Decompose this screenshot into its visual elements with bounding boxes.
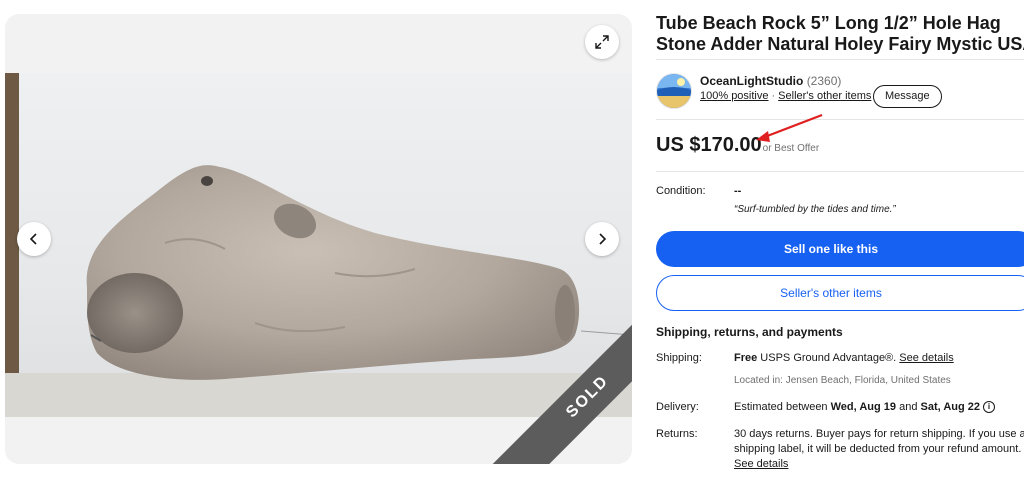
sell-one-like-this-button[interactable]: Sell one like this [656, 231, 1024, 267]
listing-title: Tube Beach Rock 5” Long 1/2” Hole Hag St… [656, 13, 1024, 54]
shipping-method: USPS Ground Advantage®. [757, 352, 900, 364]
delivery-value: Estimated between Wed, Aug 19 and Sat, A… [734, 401, 995, 414]
shipping-heading: Shipping, returns, and payments [656, 325, 843, 339]
condition-value: -- [734, 185, 742, 197]
next-image-button[interactable] [585, 222, 619, 256]
shipping-see-details-link[interactable]: See details [899, 352, 953, 364]
message-seller-button[interactable]: Message [873, 85, 942, 108]
seller-other-items-link[interactable]: Seller's other items [778, 90, 871, 102]
previous-image-button[interactable] [17, 222, 51, 256]
shipping-value: Free USPS Ground Advantage®. See details [734, 352, 954, 364]
price-row: US $170.00or Best Offer [656, 134, 819, 157]
seller-name[interactable]: OceanLightStudio [700, 74, 803, 88]
sellers-other-items-label: Seller's other items [780, 286, 882, 300]
shipping-free: Free [734, 352, 758, 364]
sell-one-like-this-label: Sell one like this [783, 242, 879, 256]
delivery-label: Delivery: [656, 401, 699, 413]
best-offer-text: or Best Offer [762, 143, 820, 154]
image-gallery: SOLD [5, 14, 632, 464]
hag-stone-image [5, 73, 632, 417]
chevron-left-icon [29, 233, 37, 245]
seller-info: OceanLightStudio (2360) 100% positive · Se… [656, 73, 1024, 109]
delivery-from: Wed, Aug 19 [830, 401, 897, 413]
expand-button[interactable] [585, 25, 619, 59]
returns-label: Returns: [656, 428, 698, 440]
returns-see-details-link[interactable]: See details [734, 458, 788, 470]
item-details-panel: Tube Beach Rock 5” Long 1/2” Hole Hag St… [656, 0, 1024, 484]
chevron-right-icon [599, 233, 607, 245]
seller-feedback-count: (2360) [806, 74, 842, 88]
seller-avatar[interactable] [656, 73, 692, 109]
divider [656, 119, 1024, 120]
item-price: US $170.00 [656, 134, 762, 156]
product-photo[interactable] [5, 73, 632, 417]
condition-label: Condition: [656, 185, 706, 197]
seller-avatar-image [657, 74, 691, 108]
item-location: Located in: Jensen Beach, Florida, Unite… [734, 375, 951, 386]
expand-icon [595, 35, 609, 49]
seller-positive-link[interactable]: 100% positive [700, 90, 769, 102]
condition-description: “Surf-tumbled by the tides and time.” [734, 204, 896, 215]
info-icon[interactable]: i [983, 401, 995, 414]
returns-details-wrap: See details [734, 458, 788, 470]
sellers-other-items-button[interactable]: Seller's other items [656, 275, 1024, 311]
shipping-label: Shipping: [656, 352, 702, 364]
divider [656, 59, 1024, 60]
seller-name-line: OceanLightStudio (2360) [700, 74, 841, 88]
delivery-to: Sat, Aug 22 [920, 401, 981, 413]
returns-line-1: 30 days returns. Buyer pays for return s… [734, 428, 1024, 440]
seller-links: 100% positive·Seller's other items· [700, 90, 878, 102]
returns-line-2: shipping label, it will be deducted from… [734, 443, 1022, 455]
divider [656, 171, 1024, 172]
